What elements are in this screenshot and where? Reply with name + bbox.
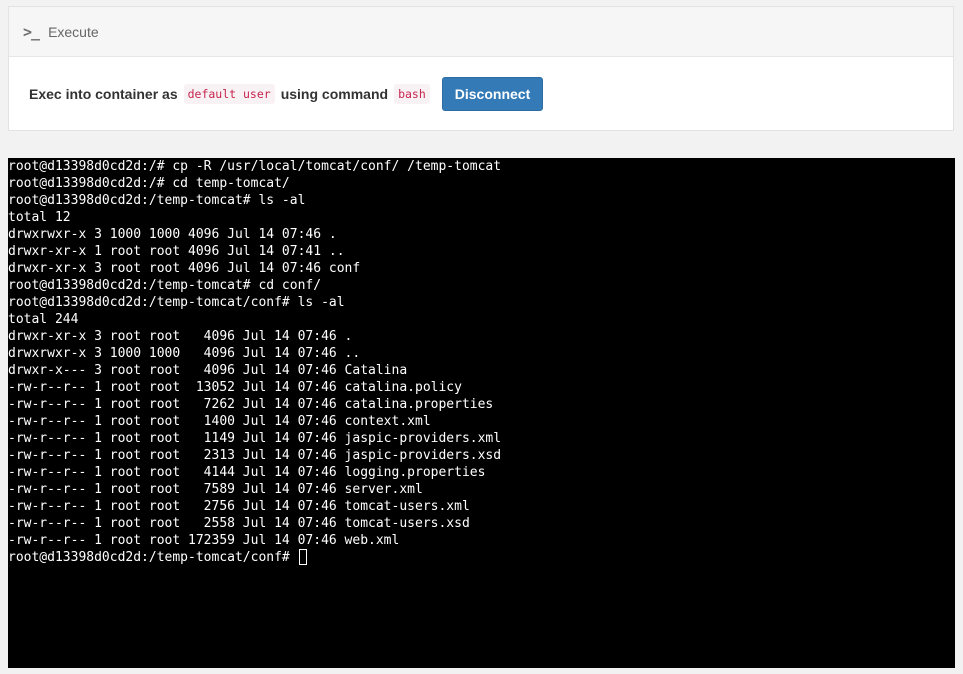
- terminal-line: root@d13398d0cd2d:/temp-tomcat/conf# ls …: [8, 295, 345, 310]
- terminal-cursor: [298, 549, 307, 565]
- terminal-line: root@d13398d0cd2d:/# cd temp-tomcat/: [8, 176, 290, 191]
- terminal-line: drwxrwxr-x 3 1000 1000 4096 Jul 14 07:46…: [8, 346, 361, 361]
- terminal-line: -rw-r--r-- 1 root root 2313 Jul 14 07:46…: [8, 448, 502, 463]
- terminal-line: total 244: [8, 312, 79, 327]
- terminal-line: -rw-r--r-- 1 root root 4144 Jul 14 07:46…: [8, 465, 486, 480]
- terminal-line: drwxr-xr-x 3 root root 4096 Jul 14 07:46…: [8, 329, 353, 344]
- terminal-line: -rw-r--r-- 1 root root 1400 Jul 14 07:46…: [8, 414, 431, 429]
- terminal-line: -rw-r--r-- 1 root root 2756 Jul 14 07:46…: [8, 499, 470, 514]
- terminal-line: root@d13398d0cd2d:/temp-tomcat# ls -al: [8, 193, 306, 208]
- execute-panel: >_ Execute Exec into container as defaul…: [8, 6, 954, 131]
- terminal-console[interactable]: root@d13398d0cd2d:/# cp -R /usr/local/to…: [8, 158, 955, 668]
- terminal-output: root@d13398d0cd2d:/# cp -R /usr/local/to…: [8, 158, 955, 566]
- panel-title: Execute: [48, 23, 99, 40]
- terminal-line: root@d13398d0cd2d:/# cp -R /usr/local/to…: [8, 159, 502, 174]
- terminal-icon: >_: [23, 22, 40, 41]
- exec-user-code: default user: [183, 84, 275, 104]
- terminal-line: -rw-r--r-- 1 root root 1149 Jul 14 07:46…: [8, 431, 502, 446]
- terminal-line: -rw-r--r-- 1 root root 7262 Jul 14 07:46…: [8, 397, 494, 412]
- disconnect-button[interactable]: Disconnect: [441, 77, 544, 111]
- terminal-prompt-line[interactable]: root@d13398d0cd2d:/temp-tomcat/conf#: [8, 549, 955, 566]
- terminal-line: drwxr-xr-x 3 root root 4096 Jul 14 07:46…: [8, 261, 361, 276]
- terminal-line: -rw-r--r-- 1 root root 2558 Jul 14 07:46…: [8, 516, 470, 531]
- terminal-line: root@d13398d0cd2d:/temp-tomcat# cd conf/: [8, 278, 322, 293]
- terminal-line: -rw-r--r-- 1 root root 13052 Jul 14 07:4…: [8, 380, 462, 395]
- exec-command-code: bash: [394, 84, 430, 104]
- exec-middle-text: using command: [280, 86, 389, 102]
- terminal-prompt: root@d13398d0cd2d:/temp-tomcat/conf#: [8, 550, 298, 565]
- terminal-line: drwxr-xr-x 1 root root 4096 Jul 14 07:41…: [8, 244, 345, 259]
- terminal-line: drwxr-x--- 3 root root 4096 Jul 14 07:46…: [8, 363, 408, 378]
- panel-header: >_ Execute: [9, 7, 953, 57]
- exec-info: Exec into container as default user usin…: [9, 57, 953, 131]
- terminal-line: total 12: [8, 210, 71, 225]
- terminal-line: drwxrwxr-x 3 1000 1000 4096 Jul 14 07:46…: [8, 227, 337, 242]
- terminal-line: -rw-r--r-- 1 root root 172359 Jul 14 07:…: [8, 533, 400, 548]
- exec-prefix-text: Exec into container as: [29, 86, 178, 102]
- terminal-line: -rw-r--r-- 1 root root 7589 Jul 14 07:46…: [8, 482, 423, 497]
